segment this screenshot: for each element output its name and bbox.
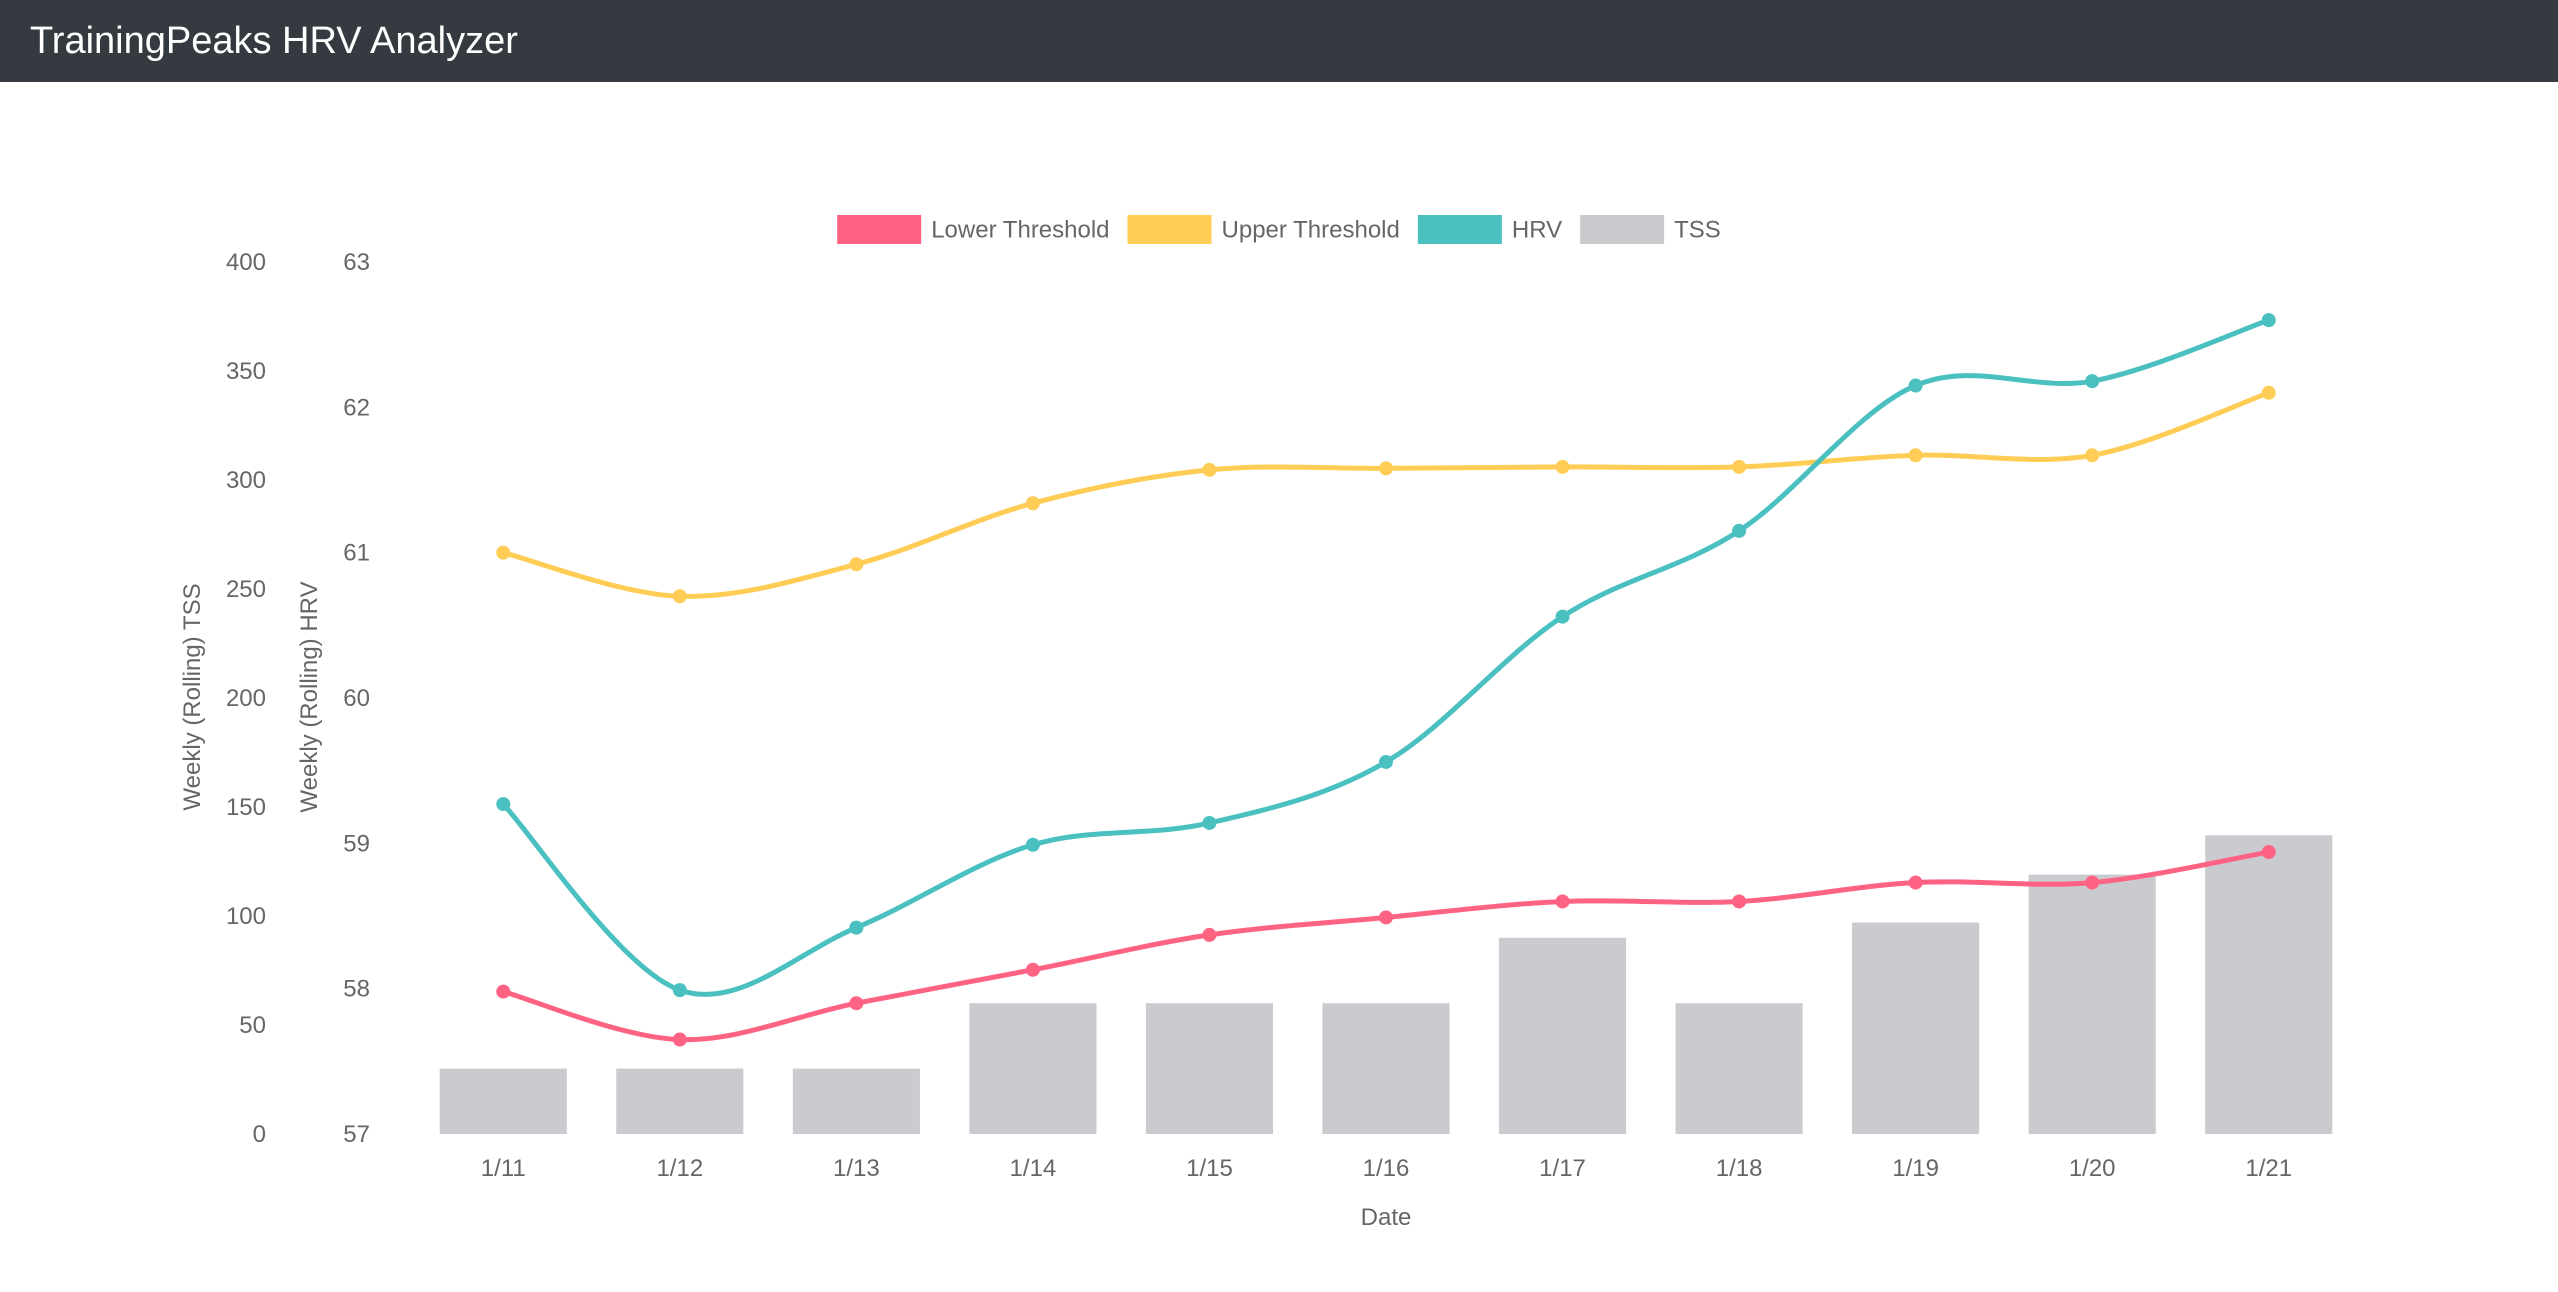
hrv-line	[501, 317, 2270, 997]
upper-threshold-point	[1202, 462, 1217, 477]
hrv-tss-chart: Weekly (Rolling) TSS Weekly (Rolling) HR…	[179, 215, 2333, 1231]
legend-item-lower-threshold[interactable]: Lower Threshold	[837, 215, 1110, 244]
upper-threshold-point	[672, 589, 687, 604]
legend-label: TSS	[1674, 217, 1721, 244]
lower-threshold-point	[496, 984, 511, 999]
hrv-axis-tick-label: 58	[343, 976, 370, 1003]
x-axis-tick-label: 1/15	[1186, 1155, 1233, 1182]
hrv-axis-tick-label: 60	[343, 685, 370, 712]
lower-threshold-point	[1732, 894, 1747, 909]
tss-bar	[2205, 835, 2333, 1134]
hrv-axis-tick-label: 62	[343, 394, 370, 421]
tss-axis-tick-label: 400	[226, 249, 266, 276]
hrv-axis-tick-label: 63	[343, 249, 370, 276]
hrv-point	[1555, 609, 1570, 624]
upper-threshold-point	[2085, 448, 2100, 463]
upper-threshold-point	[1025, 496, 1040, 511]
tss-bar	[1675, 1003, 1803, 1134]
tss-bar	[616, 1068, 744, 1134]
x-axis-tick-label: 1/18	[1716, 1155, 1763, 1182]
x-axis-tick-label: 1/14	[1010, 1155, 1057, 1182]
hrv-point	[1379, 754, 1393, 769]
lower-threshold-point	[1025, 962, 1040, 977]
hrv-axis-tick-label: 57	[343, 1121, 370, 1148]
hrv-point	[1908, 378, 1923, 393]
lower-threshold-point	[1379, 910, 1393, 925]
lower-threshold-point	[1908, 875, 1923, 890]
tss-bar	[1852, 922, 1980, 1134]
hrv-point	[1732, 523, 1747, 538]
upper-threshold-point	[2261, 385, 2276, 400]
legend-label: Lower Threshold	[931, 217, 1109, 244]
legend-label: Upper Threshold	[1222, 217, 1400, 244]
hrv-axis-tick-label: 61	[343, 540, 370, 567]
legend-item-upper-threshold[interactable]: Upper Threshold	[1127, 215, 1400, 244]
y-axis-title-hrv: Weekly (Rolling) HRV	[296, 581, 323, 812]
tss-axis-tick-label: 200	[226, 685, 266, 712]
y-axis-title-tss: Weekly (Rolling) TSS	[179, 583, 206, 810]
x-axis-tick-label: 1/21	[2245, 1155, 2292, 1182]
tss-axis-tick-label: 150	[226, 794, 266, 821]
x-axis-tick-label: 1/13	[833, 1155, 880, 1182]
upper-threshold-point	[1732, 459, 1747, 474]
tss-axis-tick-label: 0	[253, 1121, 266, 1148]
hrv-point	[672, 983, 687, 998]
legend-swatch	[1127, 215, 1212, 244]
legend-label: HRV	[1512, 217, 1562, 244]
legend-item-tss[interactable]: TSS	[1580, 215, 1721, 244]
lower-threshold-point	[849, 996, 864, 1011]
tss-bar	[1498, 937, 1627, 1134]
x-axis-tick-label: 1/16	[1363, 1155, 1410, 1182]
upper-threshold-point	[1555, 459, 1570, 474]
tss-bar	[969, 1003, 1097, 1134]
tss-bars	[439, 835, 2333, 1134]
x-axis-tick-label: 1/17	[1539, 1155, 1586, 1182]
lower-threshold-point	[2261, 845, 2276, 860]
x-axis-tick-label: 1/20	[2069, 1155, 2116, 1182]
upper-threshold-point	[1379, 461, 1393, 476]
threshold-and-hrv-lines	[496, 313, 2276, 1047]
x-axis-tick-label: 1/12	[656, 1155, 703, 1182]
legend: Lower Threshold Upper Threshold HRV TSS	[837, 215, 1721, 244]
hrv-point	[2261, 313, 2276, 328]
tss-axis-tick-label: 250	[226, 576, 266, 603]
lower-threshold-point	[672, 1032, 687, 1047]
legend-item-hrv[interactable]: HRV	[1417, 215, 1562, 244]
hrv-point	[1202, 815, 1217, 830]
upper-threshold-point	[849, 557, 864, 572]
legend-swatch	[837, 215, 922, 244]
x-axis-tick-label: 1/19	[1892, 1155, 1939, 1182]
legend-swatch	[1417, 215, 1502, 244]
hrv-point	[849, 920, 864, 935]
tss-bar	[2028, 874, 2156, 1134]
hrv-point	[2085, 374, 2100, 389]
tss-axis-tick-label: 300	[226, 467, 266, 494]
lower-threshold-point	[2085, 875, 2100, 890]
tss-axis-tick-label: 100	[226, 903, 266, 930]
upper-threshold-point	[496, 545, 511, 560]
lower-threshold-point	[1202, 927, 1217, 942]
tss-bar	[1145, 1003, 1274, 1134]
tss-bar	[1322, 1003, 1450, 1134]
tss-axis-tick-label: 50	[239, 1012, 266, 1039]
x-axis-tick-label: 1/11	[481, 1155, 526, 1182]
hrv-point	[496, 797, 511, 812]
legend-swatch	[1580, 215, 1665, 244]
tss-axis-tick-label: 350	[226, 358, 266, 385]
hrv-point	[1025, 837, 1040, 852]
upper-threshold-point	[1908, 448, 1923, 463]
hrv-axis-tick-label: 59	[343, 830, 370, 857]
lower-threshold-point	[1555, 894, 1570, 909]
upper-threshold-line	[502, 390, 2270, 599]
x-axis-title: Date	[1361, 1204, 1412, 1231]
tss-bar	[792, 1068, 920, 1134]
tss-bar	[439, 1068, 567, 1134]
